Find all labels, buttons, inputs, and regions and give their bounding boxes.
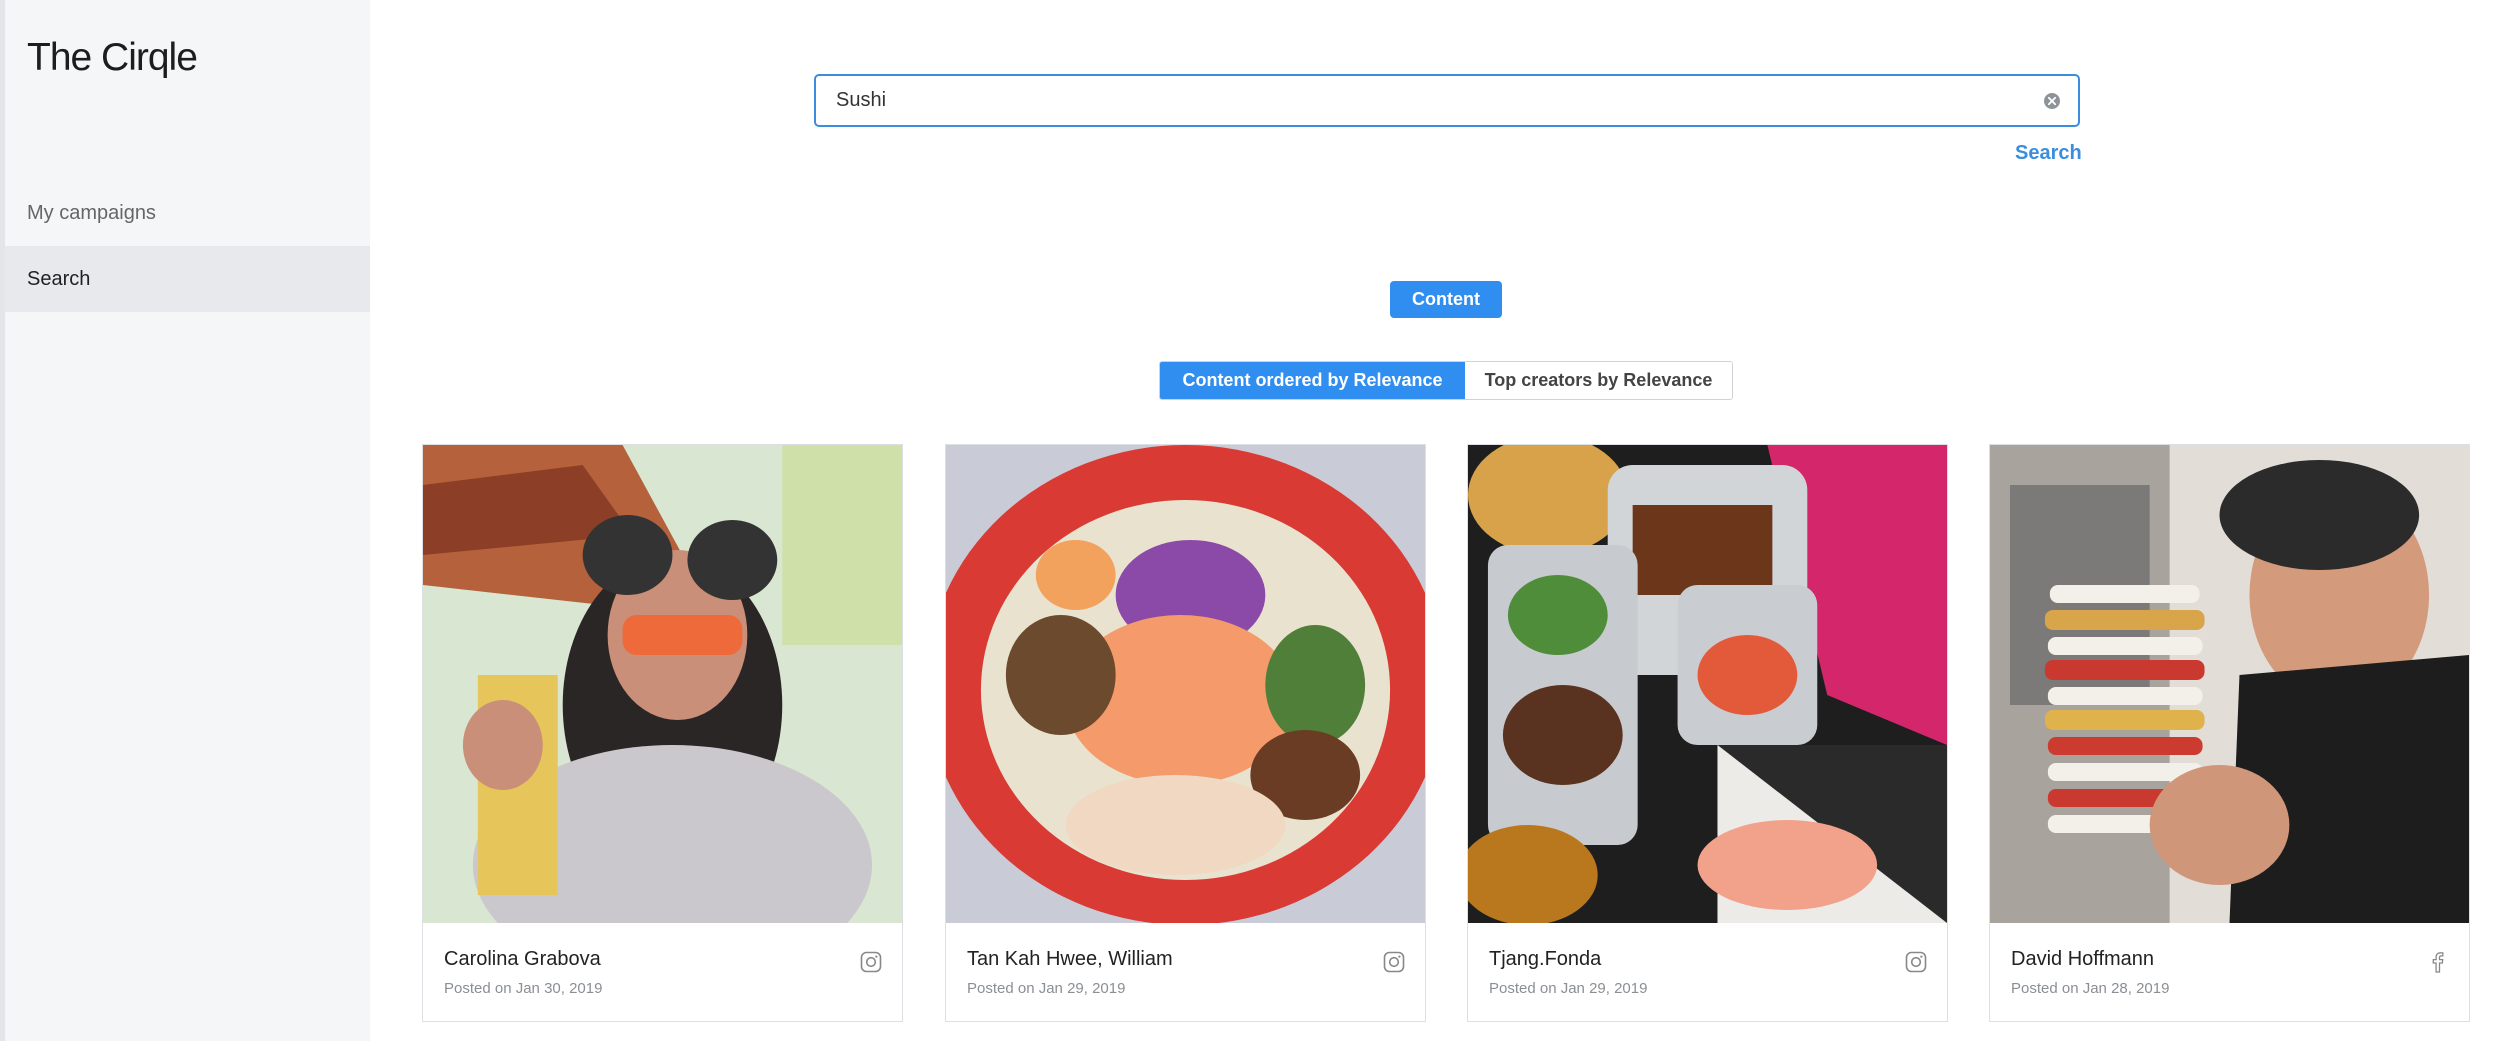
result-card[interactable]: David Hoffmann Posted on Jan 28, 2019 <box>1989 444 2470 1022</box>
sidebar-item-search[interactable]: Search <box>5 246 370 312</box>
tab-top-creators-by-relevance[interactable]: Top creators by Relevance <box>1465 362 1732 399</box>
post-date: Posted on Jan 29, 2019 <box>967 980 1126 997</box>
result-card[interactable]: Tjang.Fonda Posted on Jan 29, 2019 <box>1467 444 1948 1022</box>
sidebar: The Cirqle My campaigns Search <box>0 0 370 1041</box>
post-date: Posted on Jan 30, 2019 <box>444 980 603 997</box>
brand-logo[interactable]: The Cirqle <box>27 36 198 80</box>
search-input[interactable] <box>816 75 2042 126</box>
instagram-icon <box>1905 951 1927 973</box>
sidebar-item-label: My campaigns <box>27 201 156 224</box>
post-image[interactable] <box>1468 445 1947 923</box>
instagram-icon <box>860 951 882 973</box>
post-image[interactable] <box>423 445 902 923</box>
clear-circle-icon[interactable] <box>2042 91 2062 111</box>
creator-name[interactable]: Tjang.Fonda <box>1489 948 1601 971</box>
post-image[interactable] <box>946 445 1425 923</box>
creator-name[interactable]: Carolina Grabova <box>444 948 601 971</box>
search-box <box>814 74 2080 127</box>
post-image[interactable] <box>1990 445 2469 923</box>
result-card[interactable]: Tan Kah Hwee, William Posted on Jan 29, … <box>945 444 1426 1022</box>
sidebar-item-my-campaigns[interactable]: My campaigns <box>5 180 370 246</box>
instagram-icon <box>1383 951 1405 973</box>
result-card[interactable]: Carolina Grabova Posted on Jan 30, 2019 <box>422 444 903 1022</box>
post-date: Posted on Jan 29, 2019 <box>1489 980 1648 997</box>
post-date: Posted on Jan 28, 2019 <box>2011 980 2170 997</box>
ordering-toggle: Content ordered by Relevance Top creator… <box>1159 361 1733 400</box>
facebook-icon <box>2432 952 2444 973</box>
creator-name[interactable]: Tan Kah Hwee, William <box>967 948 1173 971</box>
search-button[interactable]: Search <box>2015 142 2082 165</box>
creator-name[interactable]: David Hoffmann <box>2011 948 2154 971</box>
sidebar-item-label: Search <box>27 267 91 290</box>
tab-content-by-relevance[interactable]: Content ordered by Relevance <box>1160 362 1465 399</box>
content-filter-button[interactable]: Content <box>1390 281 1502 318</box>
